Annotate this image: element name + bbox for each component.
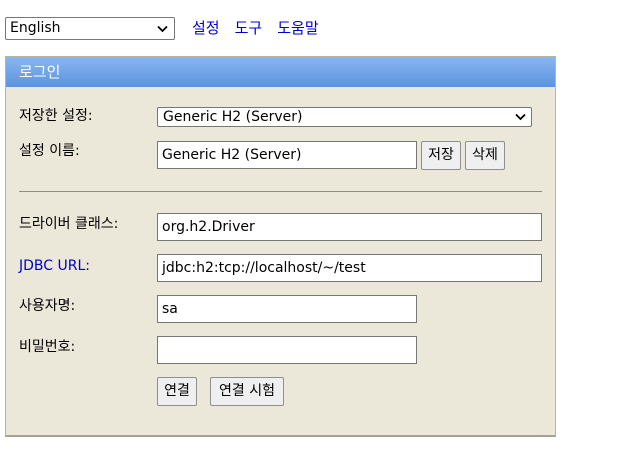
setting-name-input[interactable]: Generic H2 (Server) [157, 141, 417, 169]
language-select-value: English [10, 20, 61, 36]
saved-settings-label: 저장한 설정: [19, 108, 93, 124]
tools-link[interactable]: 도구 [235, 19, 263, 37]
username-label: 사용자명: [19, 298, 76, 314]
driver-class-input[interactable]: org.h2.Driver [157, 213, 542, 241]
top-links: 설정 도구 도움말 [192, 18, 334, 38]
chevron-down-icon [157, 25, 168, 33]
connect-button[interactable]: 연결 [157, 377, 197, 406]
jdbc-url-input[interactable]: jdbc:h2:tcp://localhost/~/test [157, 254, 542, 282]
password-label: 비밀번호: [19, 339, 76, 355]
settings-link[interactable]: 설정 [192, 19, 220, 37]
saved-settings-select[interactable]: Generic H2 (Server) [157, 107, 532, 127]
setting-name-label: 설정 이름: [19, 143, 80, 159]
save-button[interactable]: 저장 [421, 141, 461, 170]
help-link[interactable]: 도움말 [277, 19, 318, 37]
saved-settings-value: Generic H2 (Server) [163, 109, 303, 125]
language-select[interactable]: English [5, 17, 175, 40]
test-connection-button[interactable]: 연결 시험 [210, 377, 284, 406]
top-bar: English 설정 도구 도움말 [5, 17, 605, 41]
login-panel: 로그인 저장한 설정: Generic H2 (Server) 설정 이름: G… [5, 56, 556, 437]
divider [19, 191, 542, 192]
driver-class-label: 드라이버 클래스: [19, 216, 119, 232]
username-input[interactable]: sa [157, 295, 417, 323]
login-panel-title: 로그인 [6, 57, 555, 87]
jdbc-url-label[interactable]: JDBC URL: [19, 256, 90, 276]
delete-button[interactable]: 삭제 [465, 141, 505, 170]
password-input[interactable] [157, 336, 417, 364]
chevron-down-icon [515, 113, 526, 121]
